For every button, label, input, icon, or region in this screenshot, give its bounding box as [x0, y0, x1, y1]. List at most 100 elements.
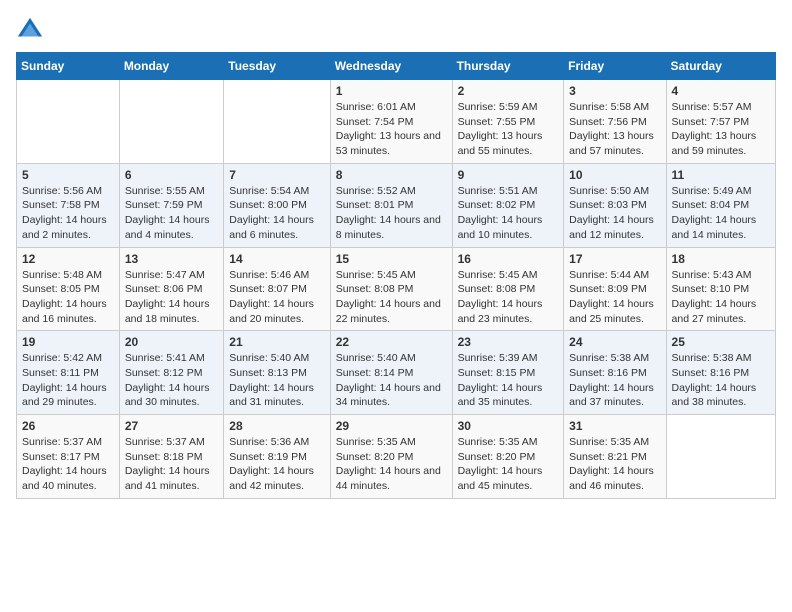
- week-row-5: 26Sunrise: 5:37 AM Sunset: 8:17 PM Dayli…: [17, 415, 776, 499]
- day-number: 20: [125, 335, 218, 349]
- calendar-cell: 24 Sunrise: 5:38 AM Sunset: 8:16 PM Dayli…: [564, 331, 666, 415]
- calendar-cell: 20 Sunrise: 5:41 AM Sunset: 8:12 PM Dayli…: [119, 331, 223, 415]
- day-info: Sunrise: 5:47 AM Sunset: 8:06 PM Dayligh…: [125, 268, 218, 327]
- page-header: [16, 16, 776, 44]
- day-info: Sunrise: 5:45 AM Sunset: 8:08 PM Dayligh…: [458, 268, 559, 327]
- days-header-row: SundayMondayTuesdayWednesdayThursdayFrid…: [17, 53, 776, 80]
- calendar-cell: 22 Sunrise: 5:40 AM Sunset: 8:14 PM Dayli…: [330, 331, 452, 415]
- day-info: Sunrise: 5:49 AM Sunset: 8:04 PM Dayligh…: [672, 184, 770, 243]
- calendar-cell: 19 Sunrise: 5:42 AM Sunset: 8:11 PM Dayli…: [17, 331, 120, 415]
- day-number: 7: [229, 168, 324, 182]
- day-info: Sunrise: 5:57 AM Sunset: 7:57 PM Dayligh…: [672, 100, 770, 159]
- day-number: 14: [229, 252, 324, 266]
- calendar-cell: 1 Sunrise: 6:01 AM Sunset: 7:54 PM Daylig…: [330, 80, 452, 164]
- day-number: 31: [569, 419, 660, 433]
- day-info: Sunrise: 5:35 AM Sunset: 8:20 PM Dayligh…: [336, 435, 447, 494]
- day-info: Sunrise: 5:56 AM Sunset: 7:58 PM Dayligh…: [22, 184, 114, 243]
- calendar-cell: 2 Sunrise: 5:59 AM Sunset: 7:55 PM Daylig…: [452, 80, 564, 164]
- day-info: Sunrise: 5:50 AM Sunset: 8:03 PM Dayligh…: [569, 184, 660, 243]
- week-row-2: 5 Sunrise: 5:56 AM Sunset: 7:58 PM Daylig…: [17, 163, 776, 247]
- day-header-tuesday: Tuesday: [224, 53, 330, 80]
- day-info: Sunrise: 5:43 AM Sunset: 8:10 PM Dayligh…: [672, 268, 770, 327]
- calendar-cell: [17, 80, 120, 164]
- calendar-cell: [224, 80, 330, 164]
- calendar-cell: 27 Sunrise: 5:37 AM Sunset: 8:18 PM Dayli…: [119, 415, 223, 499]
- day-number: 22: [336, 335, 447, 349]
- week-row-1: 1 Sunrise: 6:01 AM Sunset: 7:54 PM Daylig…: [17, 80, 776, 164]
- calendar-cell: 25 Sunrise: 5:38 AM Sunset: 8:16 PM Dayli…: [666, 331, 775, 415]
- day-info: Sunrise: 5:38 AM Sunset: 8:16 PM Dayligh…: [672, 351, 770, 410]
- day-info: Sunrise: 5:35 AM Sunset: 8:21 PM Dayligh…: [569, 435, 660, 494]
- day-info: Sunrise: 5:46 AM Sunset: 8:07 PM Dayligh…: [229, 268, 324, 327]
- day-info: Sunrise: 5:35 AM Sunset: 8:20 PM Dayligh…: [458, 435, 559, 494]
- calendar-cell: 11 Sunrise: 5:49 AM Sunset: 8:04 PM Dayli…: [666, 163, 775, 247]
- logo-icon: [16, 16, 44, 44]
- day-number: 13: [125, 252, 218, 266]
- day-header-thursday: Thursday: [452, 53, 564, 80]
- calendar-cell: 30 Sunrise: 5:35 AM Sunset: 8:20 PM Dayli…: [452, 415, 564, 499]
- day-number: 12: [22, 252, 114, 266]
- day-info: Sunrise: 5:48 AM Sunset: 8:05 PM Dayligh…: [22, 268, 114, 327]
- day-number: 28: [229, 419, 324, 433]
- day-number: 23: [458, 335, 559, 349]
- day-number: 29: [336, 419, 447, 433]
- calendar-cell: 26Sunrise: 5:37 AM Sunset: 8:17 PM Dayli…: [17, 415, 120, 499]
- calendar-table: SundayMondayTuesdayWednesdayThursdayFrid…: [16, 52, 776, 499]
- day-info: Sunrise: 5:36 AM Sunset: 8:19 PM Dayligh…: [229, 435, 324, 494]
- day-number: 4: [672, 84, 770, 98]
- calendar-cell: 9 Sunrise: 5:51 AM Sunset: 8:02 PM Daylig…: [452, 163, 564, 247]
- calendar-cell: 6Sunrise: 5:55 AM Sunset: 7:59 PM Daylig…: [119, 163, 223, 247]
- day-header-saturday: Saturday: [666, 53, 775, 80]
- day-number: 15: [336, 252, 447, 266]
- day-number: 30: [458, 419, 559, 433]
- day-info: Sunrise: 5:58 AM Sunset: 7:56 PM Dayligh…: [569, 100, 660, 159]
- calendar-cell: 8Sunrise: 5:52 AM Sunset: 8:01 PM Daylig…: [330, 163, 452, 247]
- day-info: Sunrise: 5:51 AM Sunset: 8:02 PM Dayligh…: [458, 184, 559, 243]
- day-number: 9: [458, 168, 559, 182]
- calendar-cell: 7 Sunrise: 5:54 AM Sunset: 8:00 PM Daylig…: [224, 163, 330, 247]
- day-info: Sunrise: 5:55 AM Sunset: 7:59 PM Dayligh…: [125, 184, 218, 243]
- week-row-4: 19 Sunrise: 5:42 AM Sunset: 8:11 PM Dayli…: [17, 331, 776, 415]
- day-info: Sunrise: 5:38 AM Sunset: 8:16 PM Dayligh…: [569, 351, 660, 410]
- calendar-cell: 10 Sunrise: 5:50 AM Sunset: 8:03 PM Dayli…: [564, 163, 666, 247]
- day-number: 2: [458, 84, 559, 98]
- day-info: Sunrise: 5:59 AM Sunset: 7:55 PM Dayligh…: [458, 100, 559, 159]
- day-number: 1: [336, 84, 447, 98]
- calendar-cell: 23 Sunrise: 5:39 AM Sunset: 8:15 PM Dayli…: [452, 331, 564, 415]
- day-info: Sunrise: 5:42 AM Sunset: 8:11 PM Dayligh…: [22, 351, 114, 410]
- day-header-wednesday: Wednesday: [330, 53, 452, 80]
- calendar-cell: 16Sunrise: 5:45 AM Sunset: 8:08 PM Dayli…: [452, 247, 564, 331]
- day-info: Sunrise: 5:40 AM Sunset: 8:14 PM Dayligh…: [336, 351, 447, 410]
- day-info: Sunrise: 5:37 AM Sunset: 8:18 PM Dayligh…: [125, 435, 218, 494]
- calendar-cell: [119, 80, 223, 164]
- logo: [16, 16, 48, 44]
- day-info: Sunrise: 5:39 AM Sunset: 8:15 PM Dayligh…: [458, 351, 559, 410]
- calendar-cell: 13 Sunrise: 5:47 AM Sunset: 8:06 PM Dayli…: [119, 247, 223, 331]
- calendar-cell: 15Sunrise: 5:45 AM Sunset: 8:08 PM Dayli…: [330, 247, 452, 331]
- day-number: 27: [125, 419, 218, 433]
- day-header-monday: Monday: [119, 53, 223, 80]
- day-header-friday: Friday: [564, 53, 666, 80]
- day-number: 3: [569, 84, 660, 98]
- day-number: 24: [569, 335, 660, 349]
- calendar-cell: 14 Sunrise: 5:46 AM Sunset: 8:07 PM Dayli…: [224, 247, 330, 331]
- day-number: 19: [22, 335, 114, 349]
- day-number: 5: [22, 168, 114, 182]
- calendar-cell: 28 Sunrise: 5:36 AM Sunset: 8:19 PM Dayli…: [224, 415, 330, 499]
- calendar-cell: 5 Sunrise: 5:56 AM Sunset: 7:58 PM Daylig…: [17, 163, 120, 247]
- calendar-cell: 29 Sunrise: 5:35 AM Sunset: 8:20 PM Dayli…: [330, 415, 452, 499]
- calendar-cell: 18 Sunrise: 5:43 AM Sunset: 8:10 PM Dayli…: [666, 247, 775, 331]
- day-number: 21: [229, 335, 324, 349]
- calendar-cell: [666, 415, 775, 499]
- day-number: 11: [672, 168, 770, 182]
- day-number: 10: [569, 168, 660, 182]
- calendar-cell: 21Sunrise: 5:40 AM Sunset: 8:13 PM Dayli…: [224, 331, 330, 415]
- day-info: Sunrise: 5:37 AM Sunset: 8:17 PM Dayligh…: [22, 435, 114, 494]
- day-info: Sunrise: 5:41 AM Sunset: 8:12 PM Dayligh…: [125, 351, 218, 410]
- day-number: 25: [672, 335, 770, 349]
- day-number: 18: [672, 252, 770, 266]
- day-info: Sunrise: 5:54 AM Sunset: 8:00 PM Dayligh…: [229, 184, 324, 243]
- day-number: 17: [569, 252, 660, 266]
- day-header-sunday: Sunday: [17, 53, 120, 80]
- day-info: Sunrise: 6:01 AM Sunset: 7:54 PM Dayligh…: [336, 100, 447, 159]
